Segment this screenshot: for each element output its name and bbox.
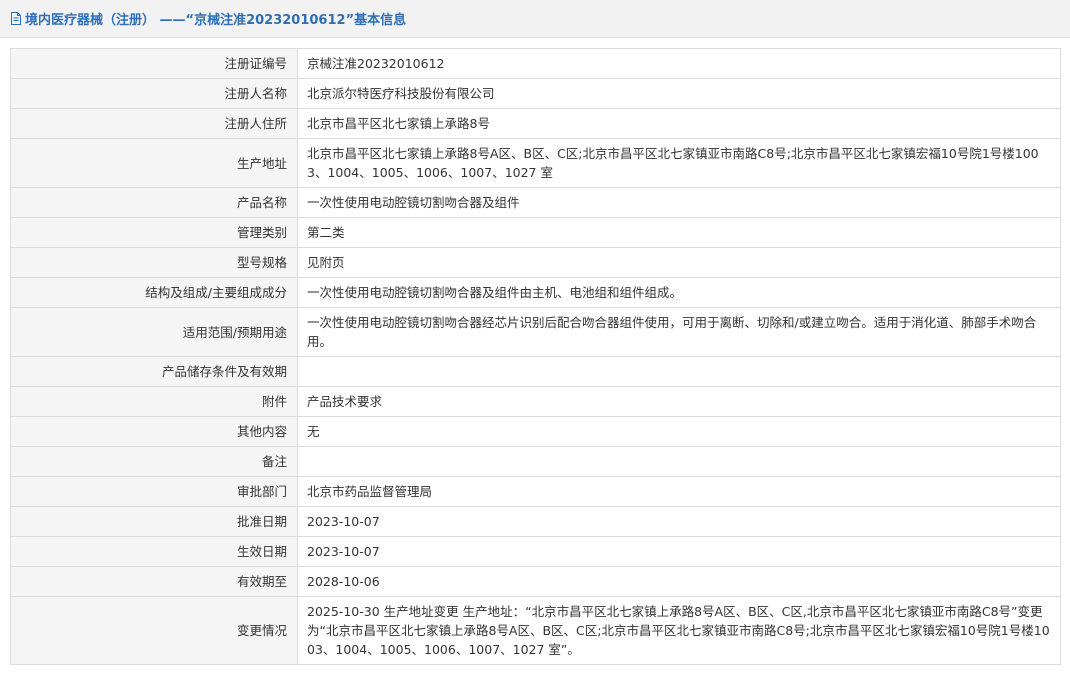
- field-label: 备注: [10, 446, 298, 477]
- field-value: 2023-10-07: [297, 506, 1061, 537]
- table-row: 适用范围/预期用途 一次性使用电动腔镜切割吻合器经芯片识别后配合吻合器组件使用，可…: [10, 307, 1061, 357]
- field-value: 北京市昌平区北七家镇上承路8号: [297, 108, 1061, 139]
- field-label: 产品储存条件及有效期: [10, 356, 298, 387]
- table-row: 审批部门 北京市药品监督管理局: [10, 476, 1061, 507]
- field-label: 批准日期: [10, 506, 298, 537]
- field-value: 京械注准20232010612: [297, 48, 1061, 79]
- table-row: 结构及组成/主要组成成分 一次性使用电动腔镜切割吻合器及组件由主机、电池组和组件组…: [10, 277, 1061, 308]
- table-row: 产品储存条件及有效期: [10, 356, 1061, 387]
- table-row: 产品名称 一次性使用电动腔镜切割吻合器及组件: [10, 187, 1061, 218]
- field-value: 2028-10-06: [297, 566, 1061, 597]
- field-label: 管理类别: [10, 217, 298, 248]
- table-row: 注册证编号 京械注准20232010612: [10, 48, 1061, 79]
- field-label: 附件: [10, 386, 298, 417]
- field-label: 变更情况: [10, 596, 298, 665]
- field-label: 产品名称: [10, 187, 298, 218]
- table-row: 注册人名称 北京派尔特医疗科技股份有限公司: [10, 78, 1061, 109]
- field-label: 生效日期: [10, 536, 298, 567]
- field-value: 无: [297, 416, 1061, 447]
- field-label: 有效期至: [10, 566, 298, 597]
- table-row: 生效日期 2023-10-07: [10, 536, 1061, 567]
- field-label: 生产地址: [10, 138, 298, 188]
- page: 境内医疗器械（注册） ——“京械注准20232010612”基本信息 注册证编号…: [0, 0, 1070, 684]
- field-value: 一次性使用电动腔镜切割吻合器及组件: [297, 187, 1061, 218]
- info-table-container: 注册证编号 京械注准20232010612 注册人名称 北京派尔特医疗科技股份有限公司…: [10, 48, 1061, 665]
- table-row: 注册人住所 北京市昌平区北七家镇上承路8号: [10, 108, 1061, 139]
- field-value: 见附页: [297, 247, 1061, 278]
- field-value: 2025-10-30 生产地址变更 生产地址：“北京市昌平区北七家镇上承路8号A…: [297, 596, 1061, 665]
- table-row: 生产地址 北京市昌平区北七家镇上承路8号A区、B区、C区;北京市昌平区北七家镇亚市…: [10, 138, 1061, 188]
- info-table: 注册证编号 京械注准20232010612 注册人名称 北京派尔特医疗科技股份有限公司…: [10, 48, 1061, 665]
- field-label: 注册人住所: [10, 108, 298, 139]
- page-header: 境内医疗器械（注册） ——“京械注准20232010612”基本信息: [0, 0, 1070, 38]
- table-row: 管理类别 第二类: [10, 217, 1061, 248]
- field-value: 北京市昌平区北七家镇上承路8号A区、B区、C区;北京市昌平区北七家镇亚市南路C8…: [297, 138, 1061, 188]
- field-label: 审批部门: [10, 476, 298, 507]
- field-value: 北京派尔特医疗科技股份有限公司: [297, 78, 1061, 109]
- field-value: [297, 446, 1061, 477]
- field-label: 适用范围/预期用途: [10, 307, 298, 357]
- field-label: 结构及组成/主要组成成分: [10, 277, 298, 308]
- field-label: 其他内容: [10, 416, 298, 447]
- field-value: 北京市药品监督管理局: [297, 476, 1061, 507]
- table-row: 其他内容无: [10, 416, 1061, 447]
- field-value: 一次性使用电动腔镜切割吻合器经芯片识别后配合吻合器组件使用，可用于离断、切除和/…: [297, 307, 1061, 357]
- field-value: 第二类: [297, 217, 1061, 248]
- field-label: 注册人名称: [10, 78, 298, 109]
- document-icon: [11, 12, 21, 25]
- field-value: [297, 356, 1061, 387]
- table-row: 有效期至 2028-10-06: [10, 566, 1061, 597]
- table-row: 变更情况 2025-10-30 生产地址变更 生产地址：“北京市昌平区北七家镇上承…: [10, 596, 1061, 665]
- field-label: 型号规格: [10, 247, 298, 278]
- table-row: 备注: [10, 446, 1061, 477]
- page-title: 境内医疗器械（注册） ——“京械注准20232010612”基本信息: [25, 13, 407, 28]
- field-label: 注册证编号: [10, 48, 298, 79]
- field-value: 一次性使用电动腔镜切割吻合器及组件由主机、电池组和组件组成。: [297, 277, 1061, 308]
- table-row: 批准日期 2023-10-07: [10, 506, 1061, 537]
- info-table-body: 注册证编号 京械注准20232010612 注册人名称 北京派尔特医疗科技股份有限公司…: [10, 48, 1061, 665]
- table-row: 型号规格 见附页: [10, 247, 1061, 278]
- field-value: 产品技术要求: [297, 386, 1061, 417]
- field-value: 2023-10-07: [297, 536, 1061, 567]
- table-row: 附件 产品技术要求: [10, 386, 1061, 417]
